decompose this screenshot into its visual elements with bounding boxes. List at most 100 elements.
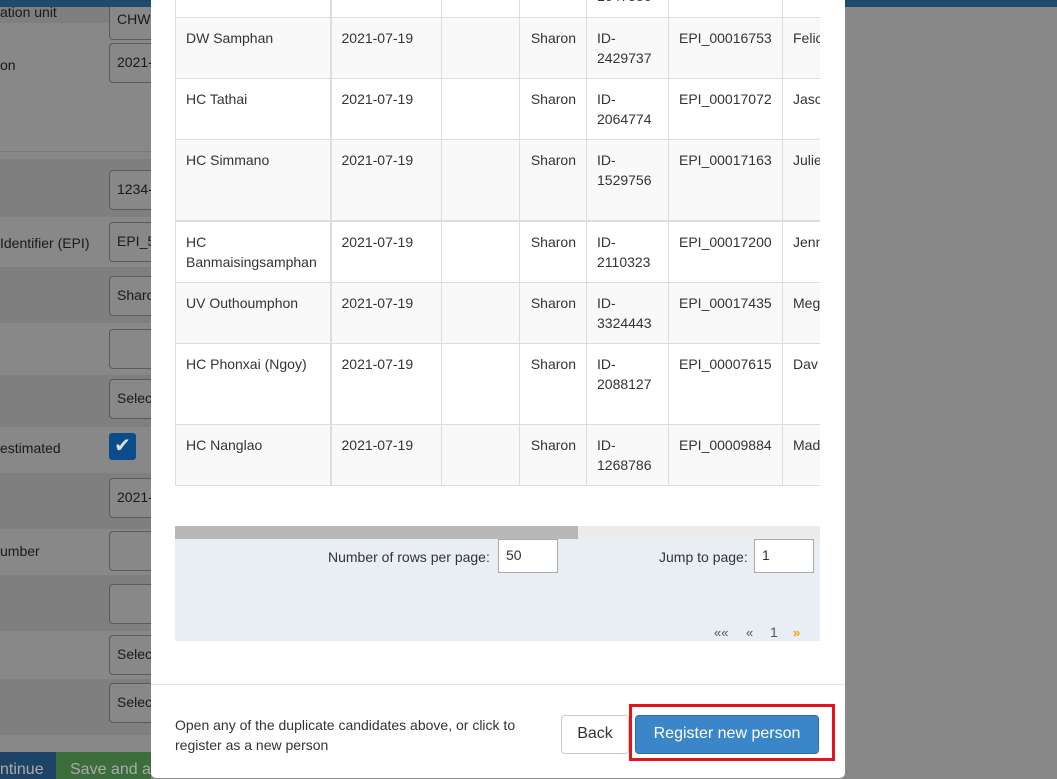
bg-input: CHW: [109, 7, 151, 40]
jump-to-page-input[interactable]: 1: [754, 539, 814, 573]
table-cell: DW Samphan: [175, 17, 332, 79]
table-cell: ID- 2064774: [586, 78, 669, 140]
bg-input: 2021-: [109, 43, 151, 83]
scrollbar-thumb[interactable]: [175, 526, 578, 539]
table-cell: EPI_00017435: [668, 281, 783, 344]
table-cell: Dav: [782, 342, 820, 425]
table-row[interactable]: UV Outhoumphon 2021-07-19 Sharon ID- 332444…: [175, 281, 820, 344]
table-cell: EPI_00017200: [668, 220, 783, 283]
table-cell: Sharon: [519, 220, 587, 283]
table-cell: EPI_00017163: [668, 139, 783, 221]
table-cell: Julie: [782, 139, 820, 221]
table-cell: [668, 0, 783, 18]
next-page-button[interactable]: »: [793, 625, 800, 640]
table-cell: [519, 0, 587, 18]
table-cell: ID- 1268786: [586, 423, 669, 486]
bg-input: [109, 584, 151, 624]
table-cell: HC Simmano: [175, 139, 332, 221]
footer-message: Open any of the duplicate candidates abo…: [175, 717, 516, 753]
table-row[interactable]: DW Samphan 2021-07-19 Sharon ID- 2429737 EPI…: [175, 17, 820, 79]
table-cell: EPI_00016753: [668, 17, 783, 79]
duplicate-candidates-modal: 1647586DW Samphan2021-07-19SharonID- 242…: [151, 0, 845, 778]
table-cell: ID- 2088127: [586, 342, 669, 425]
table-cell: [441, 139, 520, 221]
table-cell: ID- 3324443: [586, 281, 669, 344]
bg-input: Selec: [109, 683, 151, 723]
table-cell: HC Banmaisingsamphan: [175, 220, 332, 283]
table-cell: HC Tathai: [175, 78, 332, 140]
table-row[interactable]: 1647586: [175, 0, 820, 18]
table-cell: 1647586: [586, 0, 669, 18]
rows-per-page-label: Number of rows per page:: [328, 549, 490, 565]
table-cell: [441, 0, 520, 18]
table-row[interactable]: HC Phonxai (Ngoy) 2021-07-19 Sharon ID- 208…: [175, 342, 820, 425]
first-page-button[interactable]: ««: [714, 625, 728, 640]
table-cell: Mad: [782, 423, 820, 486]
table-cell: Jaso: [782, 78, 820, 140]
bg-label: umber: [0, 543, 40, 559]
bg-input: Selec: [109, 635, 151, 675]
candidates-table: 1647586DW Samphan2021-07-19SharonID- 242…: [175, 0, 820, 486]
table-cell: 2021-07-19: [330, 423, 442, 486]
table-cell: ID- 2429737: [586, 17, 669, 79]
prev-page-button[interactable]: «: [746, 625, 753, 640]
horizontal-scrollbar[interactable]: [175, 526, 820, 539]
bg-label: estimated: [0, 440, 61, 456]
table-cell: [175, 0, 332, 18]
table-row[interactable]: HC Simmano 2021-07-19 Sharon ID- 1529756 EPI…: [175, 139, 820, 221]
candidates-table-container[interactable]: 1647586DW Samphan2021-07-19SharonID- 242…: [175, 0, 820, 502]
table-cell: EPI_00009884: [668, 423, 783, 486]
table-cell: Sharon: [519, 423, 587, 486]
table-cell: [441, 342, 520, 425]
bg-continue-button: ntinue: [0, 752, 56, 779]
bg-input: [109, 531, 151, 571]
table-cell: 2021-07-19: [330, 281, 442, 344]
bg-input: Sharo: [109, 276, 151, 316]
bg-input: 1234-: [109, 170, 151, 210]
table-cell: Sharon: [519, 17, 587, 79]
table-cell: [330, 0, 442, 18]
table-cell: [441, 281, 520, 344]
table-cell: Sharon: [519, 139, 587, 221]
jump-to-page-label: Jump to page:: [659, 549, 748, 565]
rows-per-page-input[interactable]: 50: [498, 539, 558, 573]
back-button[interactable]: Back: [561, 715, 629, 754]
table-cell: Felic: [782, 17, 820, 79]
pagination-bar: Number of rows per page: 50 Jump to page…: [175, 539, 820, 641]
table-row[interactable]: HC Tathai 2021-07-19 Sharon ID- 2064774 EPI_…: [175, 78, 820, 140]
table-cell: EPI_00007615: [668, 342, 783, 425]
table-cell: UV Outhoumphon: [175, 281, 332, 344]
bg-input: Selec: [109, 379, 151, 419]
checkbox-checked-icon: ✔: [109, 433, 136, 460]
bg-input: 2021-: [109, 478, 151, 518]
table-cell: 2021-07-19: [330, 17, 442, 79]
table-cell: EPI_00017072: [668, 78, 783, 140]
table-cell: 2021-07-19: [330, 220, 442, 283]
table-cell: [441, 423, 520, 486]
bg-input: EPI_5: [109, 222, 151, 262]
table-cell: ID- 2110323: [586, 220, 669, 283]
table-cell: Jenn: [782, 220, 820, 283]
bg-input: [109, 329, 151, 369]
table-cell: [441, 78, 520, 140]
bg-label: ation unit: [0, 7, 57, 20]
table-cell: 2021-07-19: [330, 78, 442, 140]
table-cell: Sharon: [519, 342, 587, 425]
table-cell: [441, 17, 520, 79]
table-cell: HC Nanglao: [175, 423, 332, 486]
background-form: ation unit CHW on 2021- 1234- Identifier…: [0, 7, 151, 779]
highlight-box: [629, 704, 835, 761]
table-row[interactable]: HC Banmaisingsamphan 2021-07-19 Sharon ID- …: [175, 220, 820, 283]
table-cell: [441, 220, 520, 283]
bg-label: Identifier (EPI): [0, 235, 90, 251]
current-page[interactable]: 1: [770, 624, 778, 640]
table-cell: Sharon: [519, 281, 587, 344]
table-cell: ID- 1529756: [586, 139, 669, 221]
table-cell: Sharon: [519, 78, 587, 140]
table-cell: 2021-07-19: [330, 342, 442, 425]
table-cell: HC Phonxai (Ngoy): [175, 342, 332, 425]
bg-save-button: Save and a: [56, 752, 151, 779]
table-cell: 2021-07-19: [330, 139, 442, 221]
bg-label: on: [0, 57, 16, 73]
table-row[interactable]: HC Nanglao 2021-07-19 Sharon ID- 1268786 EPI…: [175, 423, 820, 486]
